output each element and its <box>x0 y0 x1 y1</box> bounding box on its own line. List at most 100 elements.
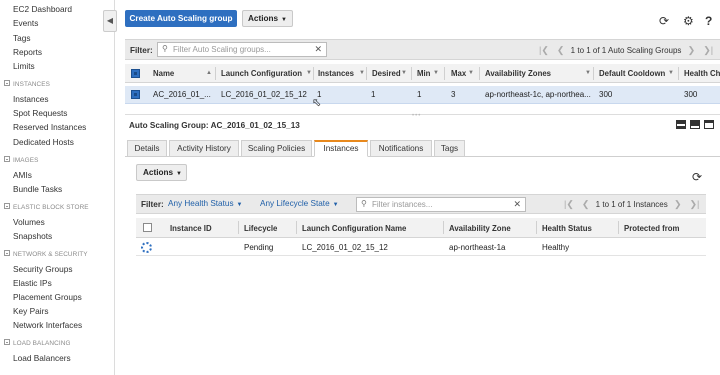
sidebar-item-network-interfaces[interactable]: Network Interfaces <box>13 320 82 330</box>
sort-icon: ▼ <box>306 70 312 76</box>
layout-split-icon[interactable] <box>676 120 686 129</box>
chevron-down-icon: ▼ <box>176 171 182 177</box>
select-all-checkbox[interactable] <box>143 223 152 232</box>
sidebar-item-elastic-ips[interactable]: Elastic IPs <box>13 278 52 288</box>
row-checkbox[interactable] <box>131 90 140 99</box>
sidebar-item-tags[interactable]: Tags <box>13 33 31 43</box>
help-icon[interactable]: ? <box>705 14 712 28</box>
sidebar-section-load-balancing[interactable]: LOAD BALANCING <box>4 339 71 347</box>
column-header-instance-id[interactable]: Instance ID <box>170 224 212 233</box>
filter-label: Filter: <box>130 46 153 55</box>
refresh-icon[interactable]: ⟳ <box>692 170 702 184</box>
sort-asc-icon: ▲ <box>206 70 212 76</box>
sidebar-section-ebs[interactable]: ELASTIC BLOCK STORE <box>4 203 89 211</box>
column-header-launch-configuration-name[interactable]: Launch Configuration Name <box>302 224 406 233</box>
sidebar-item-instances[interactable]: Instances <box>13 94 49 104</box>
first-page-icon[interactable]: |❮ <box>564 199 574 209</box>
sidebar-item-key-pairs[interactable]: Key Pairs <box>13 306 49 316</box>
drag-handle-icon[interactable]: ••• <box>412 113 421 119</box>
loading-spinner-icon <box>141 242 152 253</box>
sidebar-item-reserved-instances[interactable]: Reserved Instances <box>13 122 86 132</box>
sidebar-section-network-security[interactable]: NETWORK & SECURITY <box>4 250 88 258</box>
lifecycle-state-dropdown[interactable]: Any Lifecycle State ▼ <box>260 199 339 208</box>
pane-splitter[interactable] <box>125 114 720 117</box>
sidebar-item-ec2-dashboard[interactable]: EC2 Dashboard <box>13 4 72 14</box>
cell-default-cooldown: 300 <box>599 90 613 99</box>
column-header-health-check[interactable]: Health Ch <box>684 69 720 78</box>
cell-availability-zones: ap-northeast-1c, ap-northea... <box>485 90 591 99</box>
instances-search-input[interactable]: ⚲ Filter instances... ✕ <box>356 197 526 212</box>
create-auto-scaling-group-button[interactable]: Create Auto Scaling group <box>125 10 237 27</box>
clear-icon[interactable]: ✕ <box>513 199 521 210</box>
asg-filter-bar: Filter: ⚲ Filter Auto Scaling groups... … <box>125 39 720 60</box>
sidebar-item-limits[interactable]: Limits <box>13 61 35 71</box>
sidebar-item-amis[interactable]: AMIs <box>13 170 32 180</box>
sidebar-item-spot-requests[interactable]: Spot Requests <box>13 108 67 118</box>
table-row[interactable] <box>136 238 706 256</box>
search-icon: ⚲ <box>361 199 367 208</box>
asg-pager: |❮ ❮ 1 to 1 of 1 Auto Scaling Groups ❯ ❯| <box>539 45 714 55</box>
sidebar-section-instances[interactable]: INSTANCES <box>4 80 50 88</box>
column-divider <box>366 67 367 80</box>
sort-icon: ▼ <box>468 70 474 76</box>
sidebar-item-snapshots[interactable]: Snapshots <box>13 231 52 241</box>
sidebar-item-bundle-tasks[interactable]: Bundle Tasks <box>13 184 62 194</box>
column-header-default-cooldown[interactable]: Default Cooldown <box>599 69 665 78</box>
tab-instances[interactable]: Instances <box>314 140 368 157</box>
first-page-icon[interactable]: |❮ <box>539 45 549 55</box>
mouse-cursor-icon: ⬁ <box>312 97 322 109</box>
column-header-launch-configuration[interactable]: Launch Configuration <box>221 69 302 78</box>
layout-bottom-icon[interactable] <box>704 120 714 129</box>
prev-page-icon[interactable]: ❮ <box>582 199 590 209</box>
column-header-health-status[interactable]: Health Status <box>542 224 592 233</box>
asg-table-header: Name ▲ Launch Configuration ▼ Instances … <box>125 64 720 83</box>
tab-scaling-policies[interactable]: Scaling Policies <box>241 140 312 157</box>
detail-title: Auto Scaling Group: AC_2016_01_02_15_13 <box>129 121 300 130</box>
refresh-icon[interactable]: ⟳ <box>659 14 669 28</box>
instances-actions-dropdown[interactable]: Actions ▼ <box>136 164 187 181</box>
column-header-lifecycle[interactable]: Lifecycle <box>244 224 277 233</box>
sidebar-item-volumes[interactable]: Volumes <box>13 217 45 227</box>
column-header-max[interactable]: Max <box>451 69 466 78</box>
last-page-icon[interactable]: ❯| <box>703 45 713 55</box>
column-header-min[interactable]: Min <box>417 69 430 78</box>
cell-health-check: 300 <box>684 90 698 99</box>
sidebar-item-load-balancers[interactable]: Load Balancers <box>13 353 71 363</box>
actions-dropdown[interactable]: Actions ▼ <box>242 10 293 27</box>
next-page-icon[interactable]: ❯ <box>688 45 696 55</box>
tab-activity-history[interactable]: Activity History <box>169 140 239 157</box>
sidebar-item-dedicated-hosts[interactable]: Dedicated Hosts <box>13 137 74 147</box>
table-row[interactable]: AC_2016_01_... LC_2016_01_02_15_12 1 1 1… <box>125 86 720 104</box>
chevron-down-icon: ▼ <box>281 17 287 23</box>
next-page-icon[interactable]: ❯ <box>674 199 682 209</box>
column-header-protected-from[interactable]: Protected from <box>624 224 679 233</box>
layout-top-icon[interactable] <box>690 120 700 129</box>
column-header-availability-zones[interactable]: Availability Zones <box>485 69 551 78</box>
sidebar-item-security-groups[interactable]: Security Groups <box>13 264 72 274</box>
tab-notifications[interactable]: Notifications <box>370 140 432 157</box>
last-page-icon[interactable]: ❯| <box>690 199 700 209</box>
health-status-dropdown[interactable]: Any Health Status ▼ <box>168 199 243 208</box>
select-all-checkbox[interactable] <box>131 69 140 78</box>
chevron-left-icon: ◀ <box>106 16 114 25</box>
cell-min: 1 <box>417 90 422 99</box>
column-header-name[interactable]: Name <box>153 69 174 78</box>
tab-details[interactable]: Details <box>127 140 167 157</box>
sidebar-item-reports[interactable]: Reports <box>13 47 42 57</box>
column-divider <box>411 67 412 80</box>
sidebar-section-images[interactable]: IMAGES <box>4 156 38 164</box>
gear-icon[interactable]: ⚙ <box>683 14 694 28</box>
sidebar-collapse-button[interactable]: ◀ <box>103 10 117 32</box>
asg-search-input[interactable]: ⚲ Filter Auto Scaling groups... ✕ <box>157 42 327 57</box>
clear-icon[interactable]: ✕ <box>314 44 322 55</box>
column-header-desired[interactable]: Desired <box>372 69 401 78</box>
tab-tags[interactable]: Tags <box>434 140 465 157</box>
column-divider <box>238 221 239 234</box>
sidebar-item-events[interactable]: Events <box>13 18 38 28</box>
prev-page-icon[interactable]: ❮ <box>557 45 565 55</box>
column-divider <box>313 67 314 80</box>
column-header-availability-zone[interactable]: Availability Zone <box>449 224 511 233</box>
column-header-instances[interactable]: Instances <box>318 69 354 78</box>
sidebar-item-placement-groups[interactable]: Placement Groups <box>13 292 82 302</box>
collapse-icon <box>4 203 10 210</box>
